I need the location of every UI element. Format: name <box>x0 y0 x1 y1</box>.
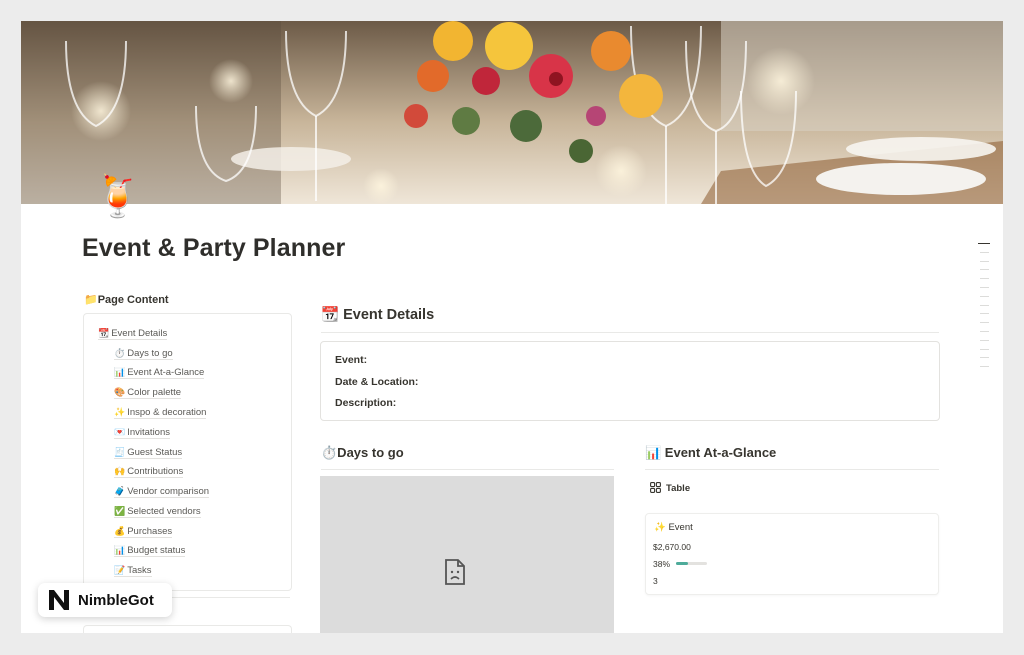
toc-item-label: Event Details <box>111 328 168 339</box>
outline-tick[interactable] <box>980 322 989 324</box>
gallery-card-event[interactable]: ✨ Event $2,670.00 38% 3 <box>645 513 939 595</box>
toc-item-purchases[interactable]: 💰 Purchases <box>114 526 173 538</box>
toc-item-selected-vendors[interactable]: ✅ Selected vendors <box>114 506 201 518</box>
outline-tick[interactable] <box>980 260 989 262</box>
toc-item-label: Days to go <box>127 348 173 359</box>
toc-item-invitations[interactable]: 💌 Invitations <box>114 427 170 439</box>
heading-days-to-go: ⏱️Days to go <box>321 445 404 460</box>
card-progress-label: 38% <box>653 559 671 569</box>
toc-item-icon: ⏱️ <box>114 348 126 358</box>
page-outline[interactable] <box>978 243 990 375</box>
next-block <box>83 625 292 633</box>
nimblegot-badge[interactable]: NimbleGot <box>38 583 172 617</box>
toc-item-icon: 💌 <box>114 427 126 437</box>
event-details-callout[interactable]: Event: Date & Location: Description: <box>320 341 940 421</box>
toc-item-days-to-go[interactable]: ⏱️ Days to go <box>114 348 173 360</box>
toc-item-color-palette[interactable]: 🎨 Color palette <box>114 387 182 399</box>
toc-item-icon: 📊 <box>114 545 126 555</box>
progress-bar-fill <box>676 562 688 565</box>
toc-item-label: Guest Status <box>127 447 183 458</box>
toc-item-vendor-comparison[interactable]: 🧳 Vendor comparison <box>114 486 210 498</box>
view-tab-table[interactable]: Table <box>650 482 690 494</box>
outline-tick[interactable] <box>980 251 989 253</box>
heading-event-details: 📆 Event Details <box>321 307 435 323</box>
outline-tick[interactable] <box>980 313 989 315</box>
outline-tick[interactable] <box>980 295 989 297</box>
gallery-grid-icon <box>650 482 661 493</box>
divider <box>321 469 614 470</box>
page-icon-cocktail[interactable]: 🍹 <box>93 173 143 233</box>
toc-item-guest-status[interactable]: 🧾 Guest Status <box>114 447 183 459</box>
toc-heading: 📁Page Content <box>84 294 169 306</box>
outline-tick[interactable] <box>980 304 989 306</box>
heading-event-at-a-glance: 📊 Event At-a-Glance <box>645 445 777 460</box>
toc-item-label: Budget status <box>127 545 186 556</box>
toc-item-label: Selected vendors <box>127 506 201 517</box>
broken-image-icon <box>445 559 465 585</box>
cover-image[interactable] <box>21 21 1003 204</box>
toc-item-label: Invitations <box>127 427 170 438</box>
outline-tick[interactable] <box>980 269 989 271</box>
toc-item-label: Contributions <box>127 466 184 477</box>
nimblegot-logo-icon <box>49 590 69 610</box>
outline-tick[interactable] <box>980 339 989 341</box>
days-to-go-embed[interactable] <box>320 476 614 633</box>
outline-tick[interactable] <box>980 357 989 359</box>
toc-item-icon: 📊 <box>114 367 126 377</box>
card-title: ✨ Event <box>654 522 693 533</box>
page-title[interactable]: Event & Party Planner <box>82 234 345 263</box>
outline-tick[interactable] <box>980 286 989 288</box>
outline-tick[interactable] <box>980 366 989 368</box>
cover-photo-illustration <box>21 21 1003 204</box>
outline-tick[interactable] <box>980 330 989 332</box>
notion-page: 🍹 Event & Party Planner 📁Page Content 📆 E… <box>21 21 1003 633</box>
view-tab-label: Table <box>666 483 691 494</box>
outline-tick[interactable] <box>980 348 989 350</box>
toc-item-icon: 💰 <box>114 526 126 536</box>
toc-item-icon: 🧾 <box>114 447 126 457</box>
toc-item-contributions[interactable]: 🙌 Contributions <box>114 466 184 478</box>
badge-text: NimbleGot <box>78 592 154 609</box>
event-label: Event: <box>335 354 368 366</box>
toc-item-tasks[interactable]: 📝 Tasks <box>114 565 152 577</box>
toc-item-icon: 📆 <box>98 328 110 338</box>
description-label: Description: <box>335 397 397 409</box>
outline-tick[interactable] <box>980 278 989 280</box>
outline-tick[interactable] <box>978 243 990 244</box>
card-count: 3 <box>653 576 658 586</box>
toc-item-label: Color palette <box>127 387 182 398</box>
toc-item-icon: ✨ <box>114 407 126 417</box>
toc-item-label: Event At-a-Glance <box>127 367 205 378</box>
toc-item-inspo-decoration[interactable]: ✨ Inspo & decoration <box>114 407 207 419</box>
divider <box>321 332 939 333</box>
divider <box>645 469 939 470</box>
toc-item-icon: 🙌 <box>114 466 126 476</box>
card-amount: $2,670.00 <box>653 542 691 552</box>
toc-item-budget-status[interactable]: 📊 Budget status <box>114 545 186 557</box>
toc-item-icon: 🎨 <box>114 387 126 397</box>
toc-item-label: Tasks <box>127 565 152 576</box>
toc-item-event-at-a-glance[interactable]: 📊 Event At-a-Glance <box>114 367 205 379</box>
toc-item-icon: 📝 <box>114 565 126 575</box>
toc-item-icon: 🧳 <box>114 486 126 496</box>
toc-item-label: Vendor comparison <box>127 486 210 497</box>
toc-item-event-details[interactable]: 📆 Event Details <box>98 328 168 340</box>
date-location-label: Date & Location: <box>335 376 419 388</box>
progress-bar <box>676 562 707 565</box>
toc-item-label: Purchases <box>127 526 173 537</box>
toc-item-label: Inspo & decoration <box>127 407 207 418</box>
toc-item-icon: ✅ <box>114 506 126 516</box>
